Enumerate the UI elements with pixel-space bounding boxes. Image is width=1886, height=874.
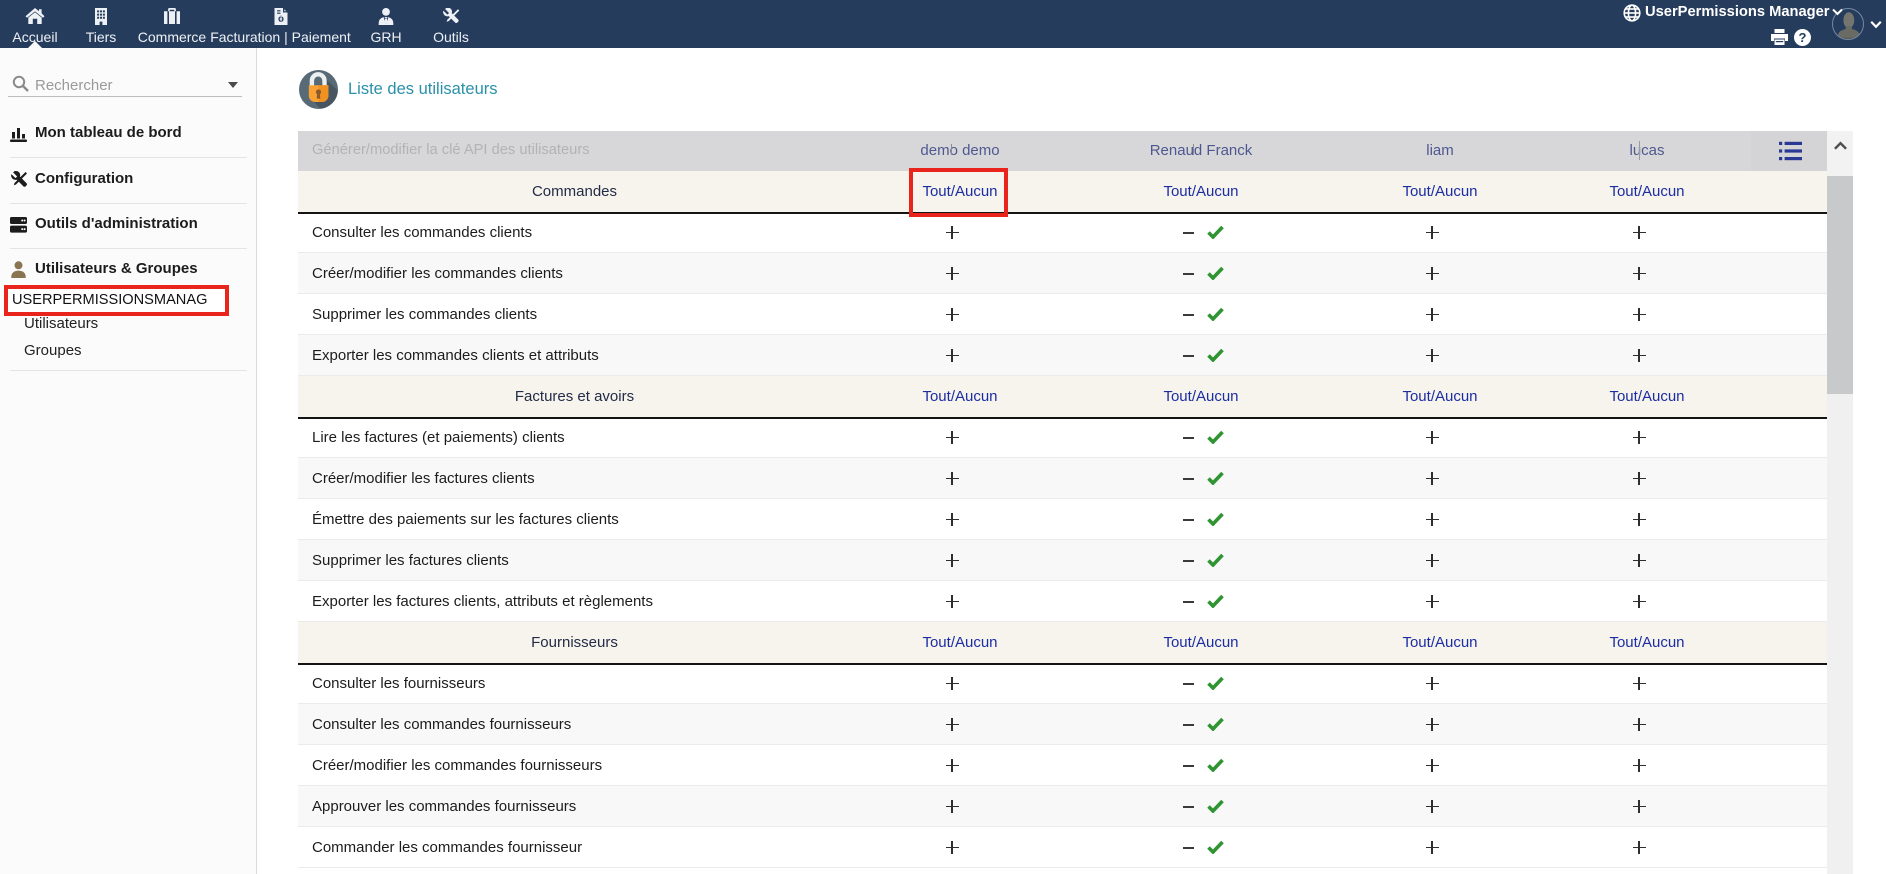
svg-text:?: ? bbox=[1799, 30, 1807, 45]
